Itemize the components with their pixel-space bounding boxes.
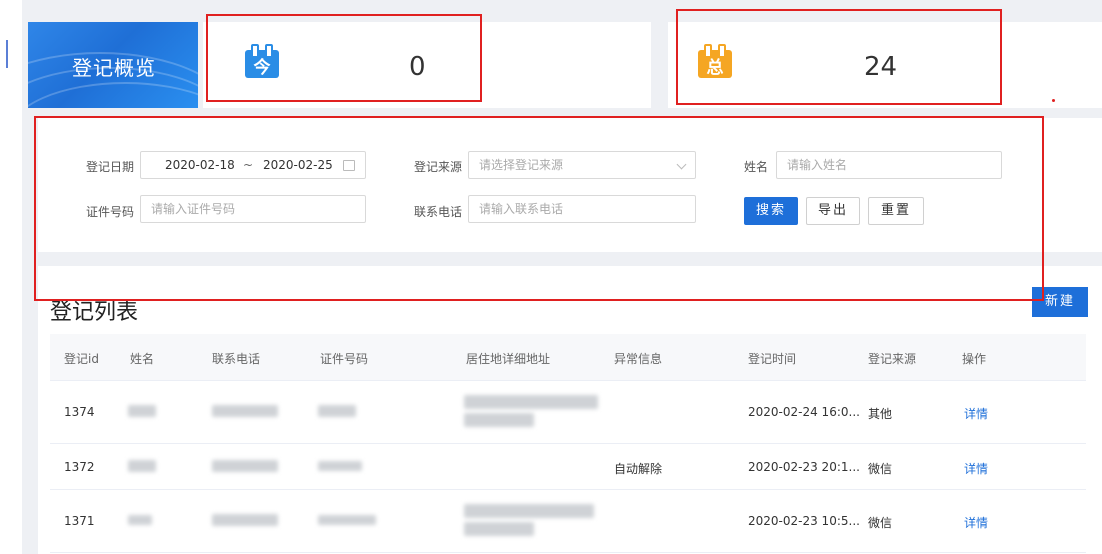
name-input[interactable] <box>776 151 1002 179</box>
left-edge-panel <box>0 0 22 554</box>
chevron-down-icon <box>676 159 687 170</box>
col-header-id-number: 证件号码 <box>320 352 369 366</box>
source-label: 登记来源 <box>414 160 463 174</box>
redacted-name <box>128 460 156 472</box>
phone-label: 联系电话 <box>414 205 463 219</box>
total-calendar-icon: 总 <box>698 44 732 78</box>
total-count-value: 24 <box>864 52 898 82</box>
redacted-id-number <box>318 461 362 471</box>
row-id: 1372 <box>64 460 95 474</box>
phone-input[interactable] <box>468 195 696 223</box>
total-count-card: 总 24 <box>668 22 1102 108</box>
redacted-address <box>464 522 534 536</box>
marker-dot <box>1052 99 1055 102</box>
today-icon-glyph: 今 <box>253 58 271 78</box>
col-header-address: 居住地详细地址 <box>466 352 551 366</box>
redacted-id-number <box>318 405 356 417</box>
date-range-picker[interactable]: 2020-02-18 ~ 2020-02-25 <box>140 151 366 179</box>
filter-panel: 登记日期 2020-02-18 ~ 2020-02-25 登记来源 请选择登记来… <box>38 118 1102 252</box>
table-row: 1374 2020-02-24 16:0... 其他 详情 <box>50 381 1086 444</box>
detail-link[interactable]: 详情 <box>964 514 988 531</box>
id-label: 证件号码 <box>86 205 135 219</box>
row-source: 微信 <box>868 516 893 530</box>
overview-banner: 登记概览 <box>28 22 198 108</box>
new-button[interactable]: 新建 <box>1032 287 1088 317</box>
row-id: 1371 <box>64 514 95 528</box>
row-time: 2020-02-24 16:0... <box>748 405 860 419</box>
list-title: 登记列表 <box>50 300 139 325</box>
col-header-phone: 联系电话 <box>212 352 261 366</box>
col-header-abnormal: 异常信息 <box>614 352 663 366</box>
name-label: 姓名 <box>744 160 769 174</box>
row-abnormal: 自动解除 <box>614 462 663 476</box>
active-indicator <box>6 40 8 68</box>
row-id: 1374 <box>64 405 95 419</box>
detail-link[interactable]: 详情 <box>964 460 988 477</box>
col-header-id: 登记id <box>64 352 99 366</box>
table-row: 1371 2020-02-23 10:5... 微信 详情 <box>50 490 1086 553</box>
row-source: 其他 <box>868 407 893 421</box>
col-header-time: 登记时间 <box>748 352 797 366</box>
date-separator: ~ <box>243 158 254 172</box>
col-header-source: 登记来源 <box>868 352 917 366</box>
table-header: 登记id 姓名 联系电话 证件号码 居住地详细地址 异常信息 登记时间 登记来源… <box>50 334 1086 381</box>
source-select[interactable]: 请选择登记来源 <box>468 151 696 179</box>
detail-link[interactable]: 详情 <box>964 405 988 422</box>
today-count-value: 0 <box>409 52 426 82</box>
search-button[interactable]: 搜索 <box>744 197 798 225</box>
reset-button[interactable]: 重置 <box>868 197 924 225</box>
table-row: 1372 自动解除 2020-02-23 20:1... 微信 详情 <box>50 444 1086 490</box>
date-label: 登记日期 <box>86 160 135 174</box>
row-time: 2020-02-23 10:5... <box>748 514 860 528</box>
date-end: 2020-02-25 <box>263 158 333 172</box>
redacted-name <box>128 515 152 525</box>
date-start: 2020-02-18 <box>165 158 235 172</box>
registration-table: 登记id 姓名 联系电话 证件号码 居住地详细地址 异常信息 登记时间 登记来源… <box>50 334 1086 553</box>
total-icon-glyph: 总 <box>706 58 724 78</box>
export-button[interactable]: 导出 <box>806 197 860 225</box>
redacted-phone <box>212 514 278 526</box>
redacted-phone <box>212 405 278 417</box>
col-header-name: 姓名 <box>130 352 155 366</box>
redacted-name <box>128 405 156 417</box>
id-number-input[interactable] <box>140 195 366 223</box>
today-count-card: 今 0 <box>203 22 651 108</box>
redacted-address <box>464 395 598 409</box>
row-time: 2020-02-23 20:1... <box>748 460 860 474</box>
calendar-icon <box>343 160 355 171</box>
col-header-action: 操作 <box>962 352 987 366</box>
today-calendar-icon: 今 <box>245 44 279 78</box>
redacted-id-number <box>318 515 376 525</box>
redacted-address <box>464 504 594 518</box>
redacted-phone <box>212 460 278 472</box>
overview-title: 登记概览 <box>72 56 156 80</box>
redacted-address <box>464 413 534 427</box>
source-placeholder: 请选择登记来源 <box>479 158 564 172</box>
row-source: 微信 <box>868 462 893 476</box>
